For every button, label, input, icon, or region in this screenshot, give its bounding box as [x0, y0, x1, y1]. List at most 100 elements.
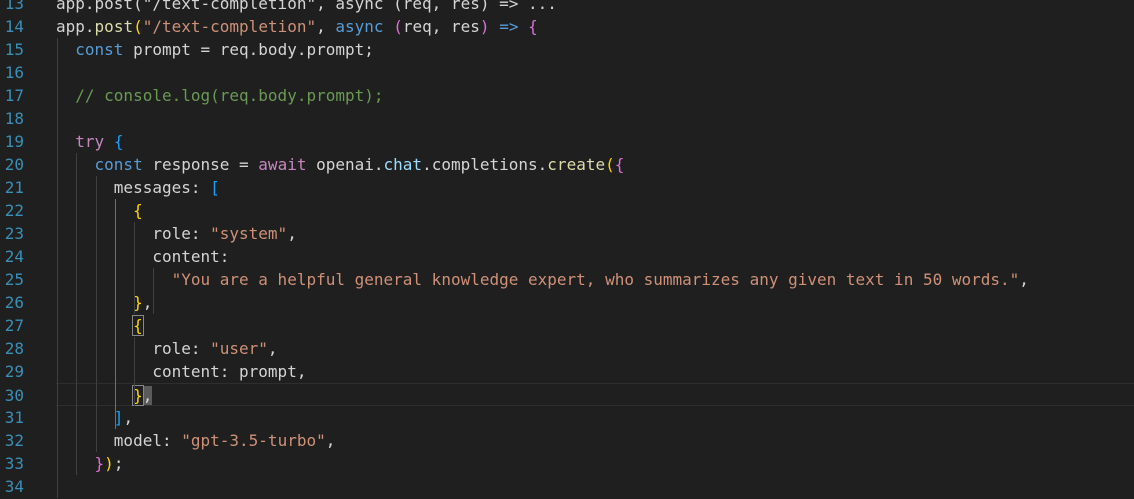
code-token: content:	[56, 247, 230, 266]
line-number: 15	[4, 40, 24, 59]
line-number: 29	[4, 362, 24, 381]
code-token: chat	[383, 155, 423, 174]
code-line[interactable]: 31 ],	[0, 406, 1134, 429]
code-line[interactable]: 15 const prompt = req.body.prompt;	[0, 38, 1134, 61]
line-number: 34	[4, 477, 24, 496]
code-token: )	[479, 17, 490, 36]
code-line[interactable]: 17 // console.log(req.body.prompt);	[0, 84, 1134, 107]
code-token: .prompt;	[296, 40, 374, 59]
code-token: ,	[1019, 270, 1029, 289]
line-number: 27	[4, 316, 24, 335]
indent-guide	[134, 222, 136, 314]
code-line[interactable]: 20 const response = await openai.chat.co…	[0, 153, 1134, 176]
line-number: 26	[4, 293, 24, 312]
code-text: },	[56, 291, 152, 314]
code-line[interactable]: 26 },	[0, 291, 1134, 314]
code-editor[interactable]: 13 app.post("/text-completion", async (re…	[0, 0, 1134, 499]
code-line[interactable]: 24 content:	[0, 245, 1134, 268]
indent-guide	[95, 176, 97, 452]
code-text: {	[56, 314, 144, 337]
code-line[interactable]: 27 {	[0, 314, 1134, 337]
code-token: .	[84, 17, 95, 36]
code-token: model:	[56, 431, 182, 450]
code-token: ,	[267, 339, 278, 358]
code-text: model: "gpt-3.5-turbo",	[56, 429, 336, 452]
code-token: openai.	[306, 155, 384, 174]
code-token: // console.log(req.body.prompt);	[75, 86, 384, 105]
code-line[interactable]: 14 app.post("/text-completion", async (re…	[0, 15, 1134, 38]
line-number: 33	[4, 454, 24, 473]
code-text: });	[56, 452, 124, 475]
code-line[interactable]: 29 content: prompt,	[0, 360, 1134, 383]
code-text: "You are a helpful general knowledge exp…	[56, 268, 1029, 291]
code-line[interactable]: 22 {	[0, 199, 1134, 222]
code-token: app.post	[56, 0, 134, 13]
code-line[interactable]: 25 "You are a helpful general knowledge …	[0, 268, 1134, 291]
code-token: async	[335, 17, 384, 36]
code-line[interactable]: 13 app.post("/text-completion", async (re…	[0, 0, 1134, 15]
code-token: const	[94, 155, 143, 174]
code-token: try	[75, 132, 105, 151]
line-number: 19	[4, 132, 24, 151]
code-token: )	[104, 454, 114, 473]
line-number: 28	[4, 339, 24, 358]
code-line[interactable]: 21 messages: [	[0, 176, 1134, 199]
line-number: 20	[4, 155, 24, 174]
code-token: ,	[316, 17, 336, 36]
line-number: 23	[4, 224, 24, 243]
code-token: "user"	[210, 339, 268, 358]
code-text: messages: [	[56, 176, 220, 199]
code-token: ("/text-completion", async (req, res) =>…	[133, 0, 557, 13]
code-token: {	[113, 132, 124, 151]
line-number: 14	[4, 17, 24, 36]
code-text: role: "system",	[56, 222, 297, 245]
line-number: 21	[4, 178, 24, 197]
code-text: // console.log(req.body.prompt);	[56, 84, 384, 107]
code-line[interactable]: 18	[0, 107, 1134, 130]
code-token: ,	[123, 408, 134, 427]
code-token: ,	[287, 224, 297, 243]
code-token: post	[94, 17, 134, 36]
code-token: "/text-completion"	[142, 17, 317, 36]
code-line[interactable]: 34	[0, 475, 1134, 498]
code-token: {	[133, 201, 143, 220]
code-token: [	[210, 178, 220, 197]
code-token: app	[56, 17, 85, 36]
code-token: }	[94, 454, 105, 473]
code-token: ,	[325, 431, 336, 450]
code-token: (	[133, 17, 143, 36]
line-number: 25	[4, 270, 24, 289]
indent-guide	[134, 337, 136, 406]
code-line[interactable]: 28 role: "user",	[0, 337, 1134, 360]
code-line[interactable]: 23 role: "system",	[0, 222, 1134, 245]
code-token: prompt = req.	[123, 40, 259, 59]
code-token: body	[258, 40, 297, 59]
code-line[interactable]: 19 try {	[0, 130, 1134, 153]
code-token: "system"	[210, 224, 288, 243]
indent-guide	[76, 153, 78, 475]
code-text: app.post("/text-completion", async (req,…	[56, 0, 557, 15]
code-line[interactable]: 33 });	[0, 452, 1134, 475]
code-token: response =	[142, 155, 259, 174]
code-token: await	[258, 155, 307, 174]
line-number: 17	[4, 86, 24, 105]
code-line[interactable]: 16	[0, 61, 1134, 84]
code-token: {	[132, 315, 144, 336]
code-line[interactable]: 32 model: "gpt-3.5-turbo",	[0, 429, 1134, 452]
code-token: (	[393, 17, 403, 36]
code-text: content:	[56, 245, 229, 268]
code-line[interactable]: 30 },	[5, 383, 1134, 406]
code-token: {	[528, 17, 538, 36]
line-number: 31	[4, 408, 24, 427]
code-text: try {	[56, 130, 123, 153]
code-token: ,	[142, 293, 153, 312]
code-token: "gpt-3.5-turbo"	[181, 431, 326, 450]
code-token: =>	[499, 17, 519, 36]
